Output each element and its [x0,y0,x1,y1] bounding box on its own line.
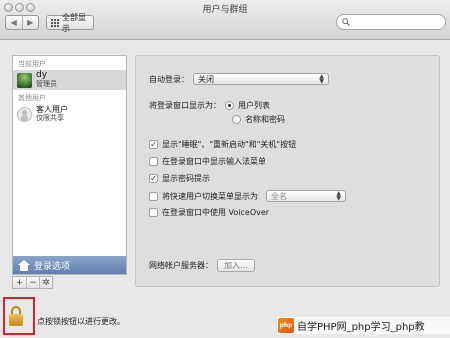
user-actions-bar: + − ✲ [12,276,53,289]
chevron-updown-icon: ▲ ▼ [319,73,324,85]
checkbox-label: 在登录窗口中显示输入法菜单 [162,157,266,166]
login-options-panel: 自动登录： 关闭 ▲ ▼ 将登录窗口显示为： 用户列表 名称和密码 ✓ 显示"睡眠… [135,55,440,287]
auto-login-label: 自动登录： [149,74,189,84]
checkbox-row-input-menu: 在登录窗口中显示输入法菜单 [149,156,266,167]
checkbox-label: 将快速用户切换菜单显示为 [162,191,258,201]
users-groups-window: 用户与群组 ◀ ▶ 全部显示 当前用户 dy 管理员 其他用户 客人用户 仅限共… [0,0,450,338]
user-avatar [17,72,32,88]
network-server-label: 网络帐户服务器： [149,261,213,270]
login-options-label: 登录选项 [34,261,71,272]
user-name: 客人用户 [36,105,68,114]
display-as-row: 将登录窗口显示为： 用户列表 [149,100,270,111]
user-role: 仅限共享 [36,114,64,122]
lock-icon[interactable] [9,306,23,326]
checkbox-input-menu[interactable] [149,157,158,166]
show-all-label: 全部显示 [62,12,86,33]
checkbox-password-hints[interactable]: ✓ [149,174,158,183]
checkbox-label: 显示密码提示 [162,174,210,183]
user-row-guest[interactable]: 客人用户 仅限共享 [13,104,126,124]
search-icon [342,18,350,26]
title-bar: 用户与群组 ◀ ▶ 全部显示 [0,0,450,40]
display-as-row-2: 名称和密码 [232,114,285,125]
radio-user-list-label: 用户列表 [238,101,270,110]
chevron-updown-icon: ▲ ▼ [336,190,341,202]
checkbox-row-voiceover: 在登录窗口中使用 VoiceOver [149,207,269,218]
back-button[interactable]: ◀ [6,16,22,29]
site-watermark: php 自学PHP网_php学习_php教 [277,317,450,334]
php-logo-icon: php [278,318,294,333]
checkbox-sleep-restart[interactable]: ✓ [149,140,158,149]
nav-back-forward: ◀ ▶ [5,15,39,30]
other-users-header: 其他用户 [18,94,46,102]
grid-icon [51,18,59,27]
checkbox-row-password-hints: ✓ 显示密码提示 [149,173,210,184]
checkbox-row-sleep-restart: ✓ 显示"睡眠"、"重新启动"和"关机"按钮 [149,139,296,150]
search-input[interactable] [353,17,439,27]
radio-name-password-label: 名称和密码 [245,115,285,124]
watermark-text: 自学PHP网_php学习_php教 [297,322,425,333]
checkbox-row-fast-switch: 将快速用户切换菜单显示为 全名 ▲ ▼ [149,190,346,202]
user-name: dy [36,70,48,80]
auto-login-value: 关闭 [198,74,214,84]
fast-switch-value: 全名 [271,191,287,201]
forward-button[interactable]: ▶ [21,16,39,29]
house-icon [18,259,30,271]
user-row-dy[interactable]: dy 管理员 [13,70,126,90]
guest-user-icon [17,106,32,122]
search-field[interactable] [336,14,446,30]
radio-name-password[interactable] [232,115,241,124]
radio-user-list[interactable] [225,101,234,110]
action-gear-button[interactable]: ✲ [39,277,52,288]
current-users-header: 当前用户 [18,60,46,68]
show-all-button[interactable]: 全部显示 [46,13,94,33]
checkbox-voiceover[interactable] [149,208,158,217]
display-as-label: 将登录窗口显示为： [149,101,221,110]
add-user-button[interactable]: + [13,277,26,288]
checkbox-label: 显示"睡眠"、"重新启动"和"关机"按钮 [162,140,297,149]
lock-hint-text: 点按锁按钮以进行更改。 [37,317,125,326]
auto-login-row: 自动登录： 关闭 ▲ ▼ [149,73,329,85]
checkbox-fast-switch[interactable] [149,191,158,201]
auto-login-popup[interactable]: 关闭 ▲ ▼ [193,73,329,85]
login-options-item[interactable]: 登录选项 [13,256,126,274]
checkbox-label: 在登录窗口中使用 VoiceOver [162,208,270,217]
users-list: 当前用户 dy 管理员 其他用户 客人用户 仅限共享 登录选项 [12,55,127,275]
fast-switch-popup[interactable]: 全名 ▲ ▼ [266,190,346,202]
network-server-row: 网络帐户服务器： 加入... [149,259,255,272]
user-role: 管理员 [36,80,57,88]
join-button[interactable]: 加入... [217,259,255,272]
remove-user-button[interactable]: − [26,277,39,288]
